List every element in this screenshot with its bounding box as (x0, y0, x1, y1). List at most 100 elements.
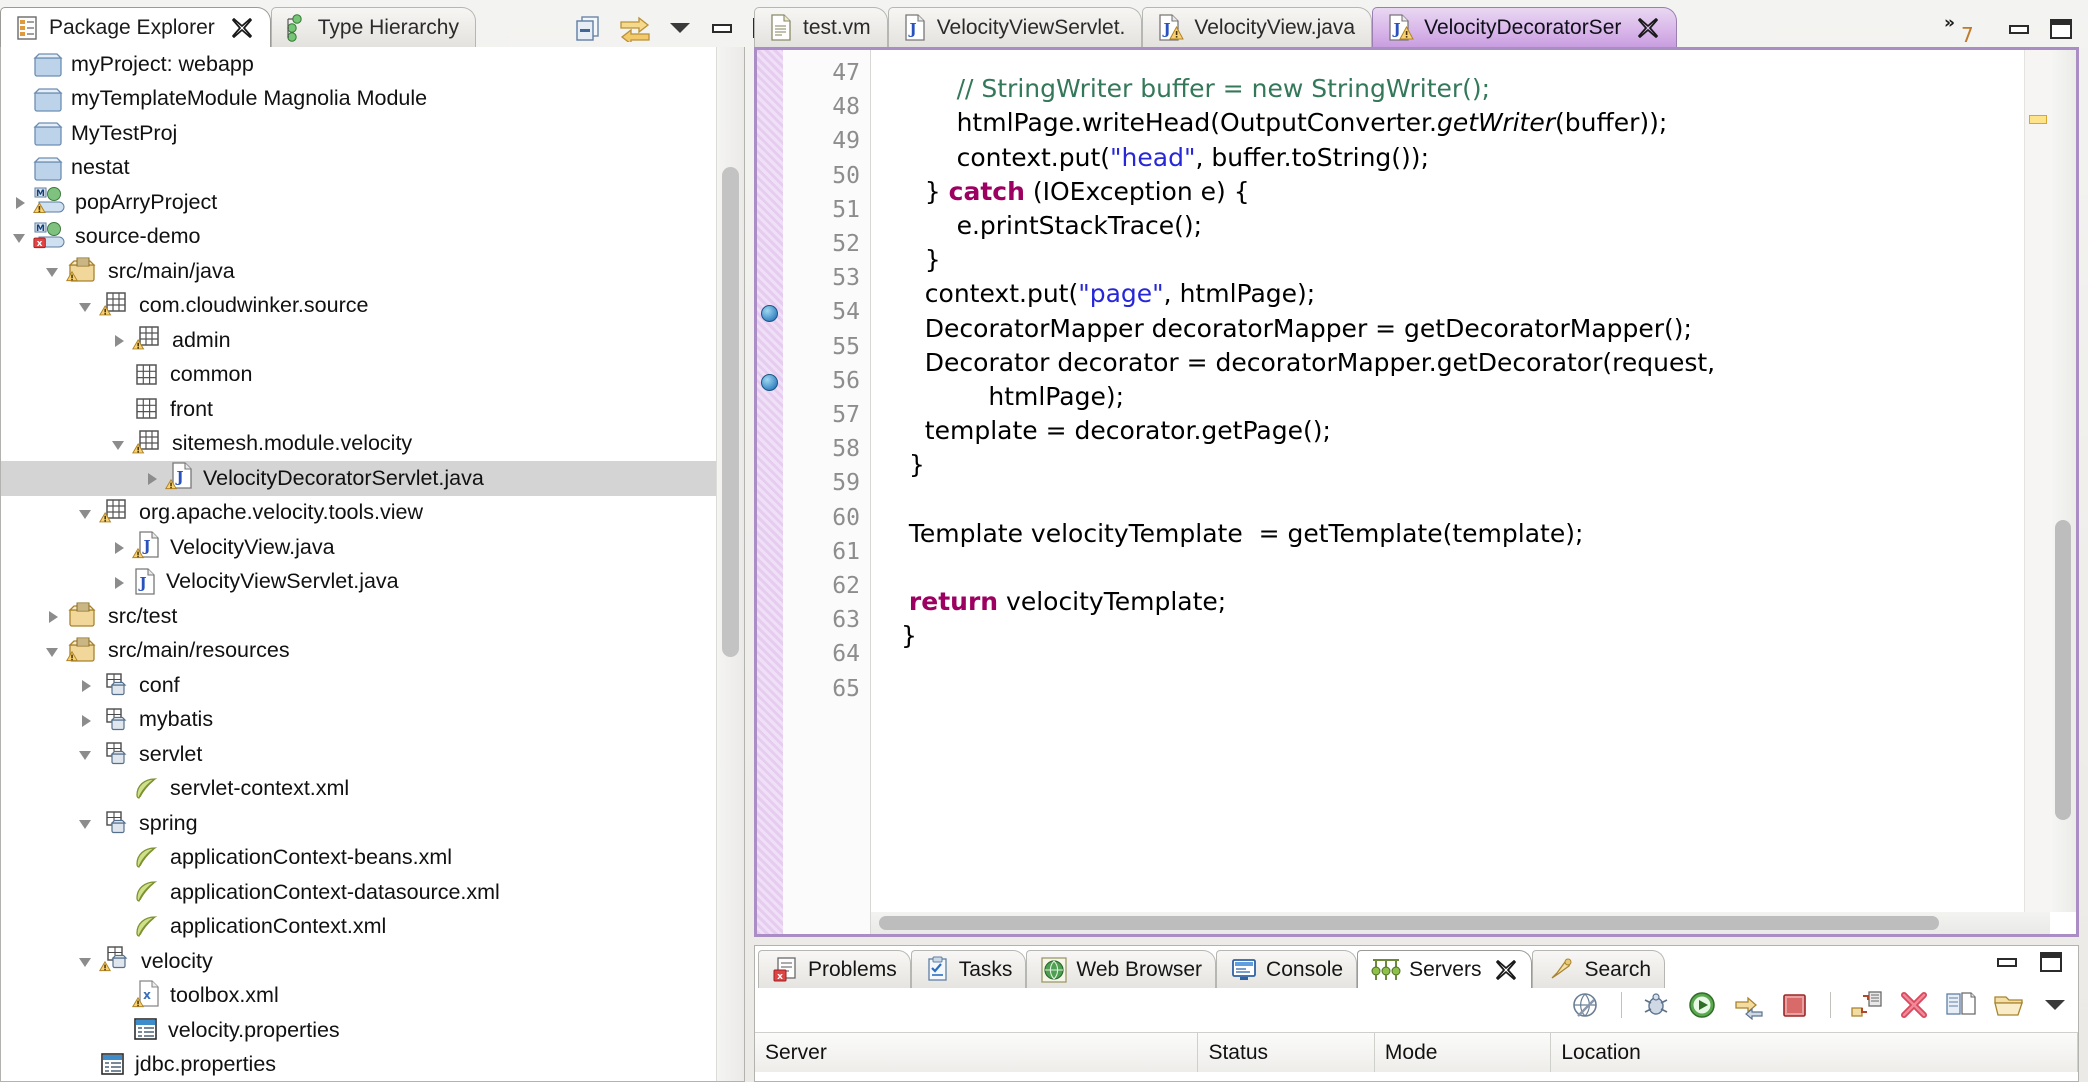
editor-vscroll-thumb[interactable] (2055, 520, 2071, 820)
tree-row[interactable]: front (1, 392, 716, 427)
link-with-editor-icon[interactable] (619, 14, 651, 42)
editor-tab-1[interactable]: J VelocityViewServlet. (887, 7, 1143, 47)
maximize-icon[interactable] (2048, 17, 2074, 41)
code-line[interactable]: htmlPage); (893, 382, 1124, 411)
overview-ruler[interactable] (2024, 50, 2050, 912)
tree-twisty[interactable] (11, 220, 33, 254)
column-header[interactable]: Server (755, 1033, 1199, 1072)
add-module-icon[interactable] (1944, 990, 1978, 1020)
code-line[interactable]: DecoratorMapper decoratorMapper = getDec… (893, 314, 1692, 343)
code-line[interactable]: // StringWriter buffer = new StringWrite… (893, 74, 1491, 103)
tree-twisty[interactable] (110, 323, 132, 357)
bottom-tab-1[interactable]: Tasks (910, 950, 1027, 988)
remove-server-icon[interactable] (1898, 990, 1930, 1020)
editor-tab-2[interactable]: J VelocityView.java (1142, 7, 1373, 47)
java-source-editor[interactable]: 47 48 49 50 51 52 53 54 55 56 57 58 59 60 61 62 63 64 65 /… (754, 47, 2079, 937)
tree-twisty[interactable] (77, 496, 99, 530)
tree-twisty[interactable] (77, 668, 99, 702)
tree-row[interactable]: M popArryProject (1, 185, 716, 220)
tree-row[interactable]: src/test (1, 599, 716, 634)
tree-row[interactable]: velocity.properties (1, 1013, 716, 1048)
minimize-icon[interactable] (1994, 951, 2020, 973)
tree-row[interactable]: applicationContext-datasource.xml (1, 875, 716, 910)
chevron-more-icon[interactable]: » 7 (1944, 12, 1990, 46)
tree-row[interactable]: src/main/resources (1, 634, 716, 669)
publish-module-icon[interactable] (1850, 990, 1884, 1020)
tree-row[interactable]: mybatis (1, 703, 716, 738)
tree-twisty[interactable] (44, 634, 66, 668)
project-tree[interactable]: myProject: webapp myTemplateModule Magno… (1, 47, 716, 1081)
tree-row[interactable]: J VelocityView.java (1, 530, 716, 565)
tree-row[interactable]: servlet (1, 737, 716, 772)
warning-marker[interactable] (2029, 115, 2047, 124)
code-line[interactable]: template = decorator.getPage(); (893, 416, 1331, 445)
breakpoint-marker[interactable] (761, 305, 778, 323)
profile-server-icon[interactable] (1733, 990, 1765, 1020)
open-server-icon[interactable] (1992, 991, 2026, 1019)
close-icon[interactable] (1636, 16, 1660, 40)
column-header[interactable]: Status (1198, 1033, 1375, 1072)
publish-globe-icon[interactable] (1570, 990, 1602, 1020)
editor-vertical-scrollbar[interactable] (2050, 50, 2076, 912)
close-icon[interactable] (230, 16, 254, 40)
tree-twisty[interactable] (143, 461, 165, 495)
bottom-tab-0[interactable]: x Problems (758, 950, 911, 988)
explorer-tab-0[interactable]: Package Explorer (0, 7, 271, 47)
editor-tab-0[interactable]: test.vm (754, 7, 888, 47)
explorer-scrollbar-thumb[interactable] (722, 167, 739, 657)
tree-twisty[interactable] (110, 427, 132, 461)
annotation-ruler[interactable] (757, 50, 783, 934)
tree-row[interactable]: common (1, 358, 716, 393)
tree-row[interactable]: M x source-demo (1, 220, 716, 255)
tree-twisty[interactable] (77, 703, 99, 737)
tree-twisty[interactable] (77, 289, 99, 323)
editor-hscroll-thumb[interactable] (879, 916, 1939, 930)
code-line[interactable]: context.put("page", htmlPage); (893, 279, 1315, 308)
tree-row[interactable]: spring (1, 806, 716, 841)
tree-row[interactable]: src/main/java (1, 254, 716, 289)
tree-row[interactable]: applicationContext-beans.xml (1, 841, 716, 876)
bottom-tab-5[interactable]: Search (1532, 950, 1666, 988)
tree-row[interactable]: J VelocityViewServlet.java (1, 565, 716, 600)
maximize-icon[interactable] (2038, 950, 2064, 974)
bottom-tab-4[interactable]: Servers (1357, 950, 1533, 988)
tree-row[interactable]: conf (1, 668, 716, 703)
bottom-tab-2[interactable]: Web Browser (1026, 950, 1217, 988)
bottom-tab-3[interactable]: Console (1216, 950, 1358, 988)
editor-tab-3[interactable]: J VelocityDecoratorSer (1372, 7, 1678, 47)
close-icon[interactable] (1494, 958, 1518, 982)
tree-row[interactable]: org.apache.velocity.tools.view (1, 496, 716, 531)
code-line[interactable]: Template velocityTemplate = getTemplate(… (893, 519, 1584, 548)
code-line[interactable]: } catch (IOException e) { (893, 177, 1250, 206)
tree-twisty[interactable] (11, 185, 33, 219)
view-menu-icon[interactable] (667, 17, 693, 39)
tree-twisty[interactable] (77, 737, 99, 771)
tree-row[interactable]: myTemplateModule Magnolia Module (1, 82, 716, 117)
tree-row[interactable]: com.cloudwinker.source (1, 289, 716, 324)
explorer-vertical-scrollbar[interactable] (716, 47, 744, 1081)
column-header[interactable]: Mode (1375, 1033, 1552, 1072)
start-server-icon[interactable] (1687, 990, 1719, 1020)
code-text-area[interactable]: // StringWriter buffer = new StringWrite… (871, 50, 2076, 934)
tree-twisty[interactable] (44, 254, 66, 288)
code-line[interactable]: } (893, 245, 941, 274)
minimize-icon[interactable] (2006, 18, 2032, 40)
debug-server-icon[interactable] (1641, 990, 1673, 1020)
tree-twisty[interactable] (110, 530, 132, 564)
collapse-all-icon[interactable] (575, 15, 603, 41)
code-line[interactable]: htmlPage.writeHead(OutputConverter.getWr… (893, 108, 1668, 137)
code-line[interactable]: context.put("head", buffer.toString()); (893, 143, 1429, 172)
tree-row[interactable]: admin (1, 323, 716, 358)
code-line[interactable]: e.printStackTrace(); (893, 211, 1203, 240)
tree-row[interactable]: x toolbox.xml (1, 979, 716, 1014)
editor-viewport[interactable]: 47 48 49 50 51 52 53 54 55 56 57 58 59 60 61 62 63 64 65 /… (757, 50, 2076, 934)
code-line[interactable]: return velocityTemplate; (893, 587, 1226, 616)
editor-horizontal-scrollbar[interactable] (871, 912, 2050, 934)
code-line[interactable]: } (893, 450, 925, 479)
tree-row[interactable]: jdbc.properties (1, 1048, 716, 1082)
tree-twisty[interactable] (77, 806, 99, 840)
code-line[interactable]: } (893, 621, 917, 650)
tree-row[interactable]: servlet-context.xml (1, 772, 716, 807)
column-header[interactable]: Location (1551, 1033, 2078, 1072)
tree-row[interactable]: myProject: webapp (1, 47, 716, 82)
